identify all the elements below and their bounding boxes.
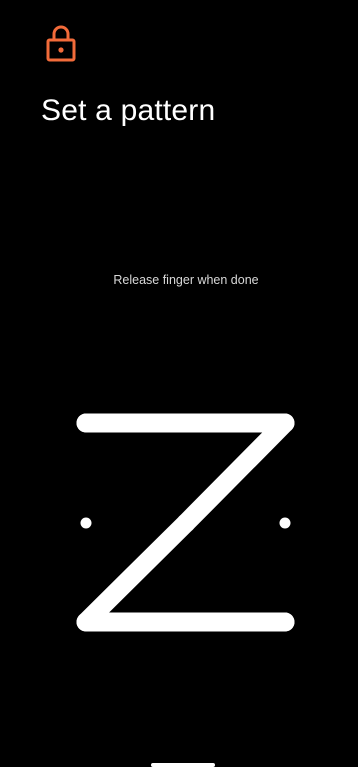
pattern-canvas[interactable]	[0, 0, 358, 767]
pattern-grid[interactable]	[0, 0, 358, 767]
pattern-dot-r0-c0[interactable]	[76, 413, 96, 433]
pattern-dot-r0-c1[interactable]	[176, 413, 196, 433]
pattern-dot-r2-c1[interactable]	[176, 612, 196, 632]
pattern-dot-r2-c2[interactable]	[275, 612, 295, 632]
pattern-dot-r1-c0[interactable]	[80, 517, 92, 529]
pattern-dot-r2-c0[interactable]	[76, 612, 96, 632]
pattern-setup-screen: Set a pattern Release finger when done	[0, 0, 358, 767]
pattern-dot-r1-c2[interactable]	[279, 517, 291, 529]
pattern-dot-r0-c2[interactable]	[275, 413, 295, 433]
pattern-dot-r1-c1[interactable]	[176, 513, 196, 533]
home-indicator[interactable]	[151, 763, 215, 767]
